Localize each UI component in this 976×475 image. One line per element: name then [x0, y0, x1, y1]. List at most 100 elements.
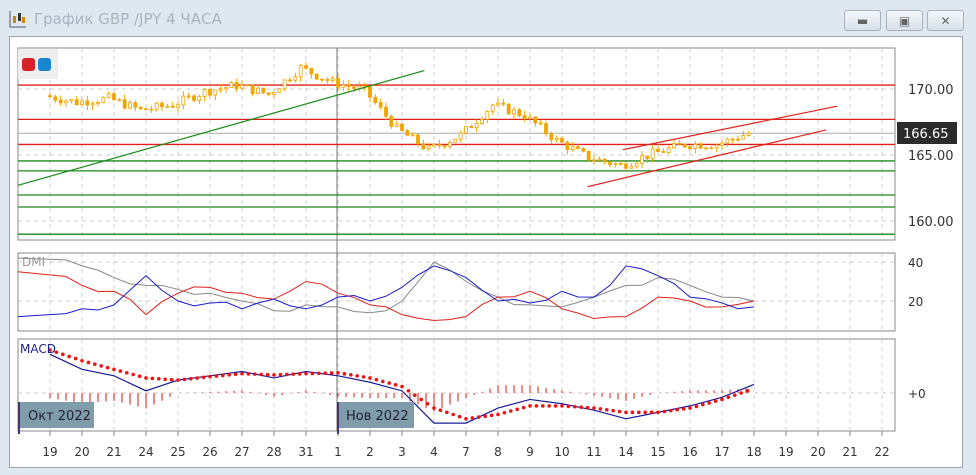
- macd-signal-dot: [112, 367, 116, 372]
- x-tick-label: 2: [366, 445, 374, 459]
- macd-signal-dot: [118, 369, 123, 373]
- candle: [650, 148, 655, 160]
- x-tick-label: 11: [586, 445, 601, 459]
- candle: [69, 99, 74, 102]
- macd-signal-dot: [739, 391, 743, 395]
- x-tick-label: 7: [462, 445, 470, 459]
- macd-signal-dot: [675, 407, 679, 412]
- candle: [581, 148, 586, 152]
- macd-signal-dot: [374, 377, 379, 382]
- macd-signal-dot: [86, 360, 91, 365]
- candle: [181, 95, 186, 106]
- macd-signal-dot: [643, 410, 647, 415]
- macd-signal-dot: [368, 376, 372, 380]
- candle: [384, 106, 388, 117]
- candle: [208, 89, 212, 96]
- candle: [245, 84, 250, 87]
- candle: [138, 106, 143, 110]
- trendline[interactable]: [17, 69, 425, 186]
- macd-signal-dot: [195, 376, 199, 380]
- x-tick-label: 20: [74, 445, 89, 459]
- candle: [698, 143, 703, 149]
- red-color-button[interactable]: [22, 58, 35, 71]
- macd-signal-dot: [361, 375, 366, 379]
- macd-signal-dot: [457, 414, 462, 419]
- macd-signal-dot: [208, 374, 212, 379]
- macd-signal-dot: [246, 372, 251, 376]
- macd-signal-dot: [400, 384, 404, 389]
- dmi-axis-label: 20: [908, 295, 923, 309]
- candle: [661, 151, 666, 153]
- macd-signal-dot: [131, 372, 135, 377]
- candle: [576, 146, 580, 149]
- macd-signal-dot: [483, 414, 488, 419]
- candle: [496, 102, 500, 106]
- candle: [618, 163, 623, 165]
- candle: [586, 150, 591, 161]
- trendline[interactable]: [622, 105, 838, 151]
- macd-signal-dot: [285, 372, 289, 377]
- price-axis-label: 160.00: [908, 215, 954, 230]
- macd-signal-dot: [329, 371, 334, 375]
- candle: [682, 143, 687, 148]
- candle: [96, 102, 100, 105]
- x-tick-label: 18: [746, 445, 761, 459]
- x-tick-label: 14: [618, 445, 633, 459]
- candle: [160, 102, 164, 108]
- svg-text:Нов 2022: Нов 2022: [346, 409, 409, 424]
- candle: [533, 116, 538, 124]
- macd-signal-dot: [105, 365, 110, 370]
- candle: [202, 89, 207, 97]
- candle: [442, 145, 447, 148]
- candle: [48, 95, 52, 98]
- macd-signal-dot: [445, 410, 449, 415]
- candle: [112, 93, 116, 101]
- candle: [448, 141, 452, 147]
- candle: [549, 133, 554, 141]
- candle: [106, 93, 111, 98]
- candle: [480, 118, 484, 124]
- macd-signal-dot: [617, 409, 622, 414]
- x-tick-label: 16: [682, 445, 697, 459]
- x-tick-label: 9: [526, 445, 534, 459]
- candle: [154, 102, 159, 110]
- trendline[interactable]: [587, 129, 827, 188]
- x-tick-label: 28: [266, 445, 281, 459]
- macd-zero-label: +0: [908, 387, 926, 401]
- candle: [517, 109, 522, 117]
- color-buttons[interactable]: [18, 49, 58, 79]
- macd-signal-dot: [125, 370, 129, 375]
- candle: [101, 96, 106, 103]
- macd-signal-dot: [182, 377, 187, 382]
- candle: [474, 123, 479, 129]
- svg-text:Окт 2022: Окт 2022: [28, 409, 91, 424]
- x-tick-label: 19: [42, 445, 57, 459]
- candle: [570, 146, 575, 150]
- macd-signal-dot: [701, 402, 705, 407]
- candle: [469, 126, 474, 129]
- x-tick-label: 4: [430, 445, 438, 459]
- macd-signal-dot: [233, 372, 238, 377]
- candle: [368, 85, 372, 98]
- macd-signal-dot: [80, 358, 84, 363]
- candle: [192, 95, 196, 101]
- candle: [736, 138, 740, 141]
- macd-signal-dot: [566, 404, 571, 409]
- x-tick-label: 21: [842, 445, 857, 459]
- blue-color-button[interactable]: [38, 58, 51, 71]
- macd-signal-dot: [61, 352, 65, 357]
- candle: [704, 147, 708, 150]
- candle: [560, 137, 564, 143]
- candle: [405, 130, 410, 136]
- x-tick-label: 24: [138, 445, 153, 459]
- candle: [645, 155, 650, 160]
- candle: [666, 147, 671, 153]
- chart-svg[interactable]: 19 20 21 24 25 26 27 28 31 1 2 3 4 7 8 9 10 11 14 15 16 17 18 1…: [0, 0, 976, 475]
- macd-signal-dot: [240, 371, 244, 376]
- candle: [250, 84, 255, 94]
- macd-signal-dot: [137, 374, 142, 379]
- macd-signal-dot: [297, 372, 302, 376]
- price-axis-label: 165.00: [908, 149, 954, 164]
- month-label-oct: Окт 2022: [18, 402, 94, 434]
- macd-signal-dot: [528, 404, 532, 408]
